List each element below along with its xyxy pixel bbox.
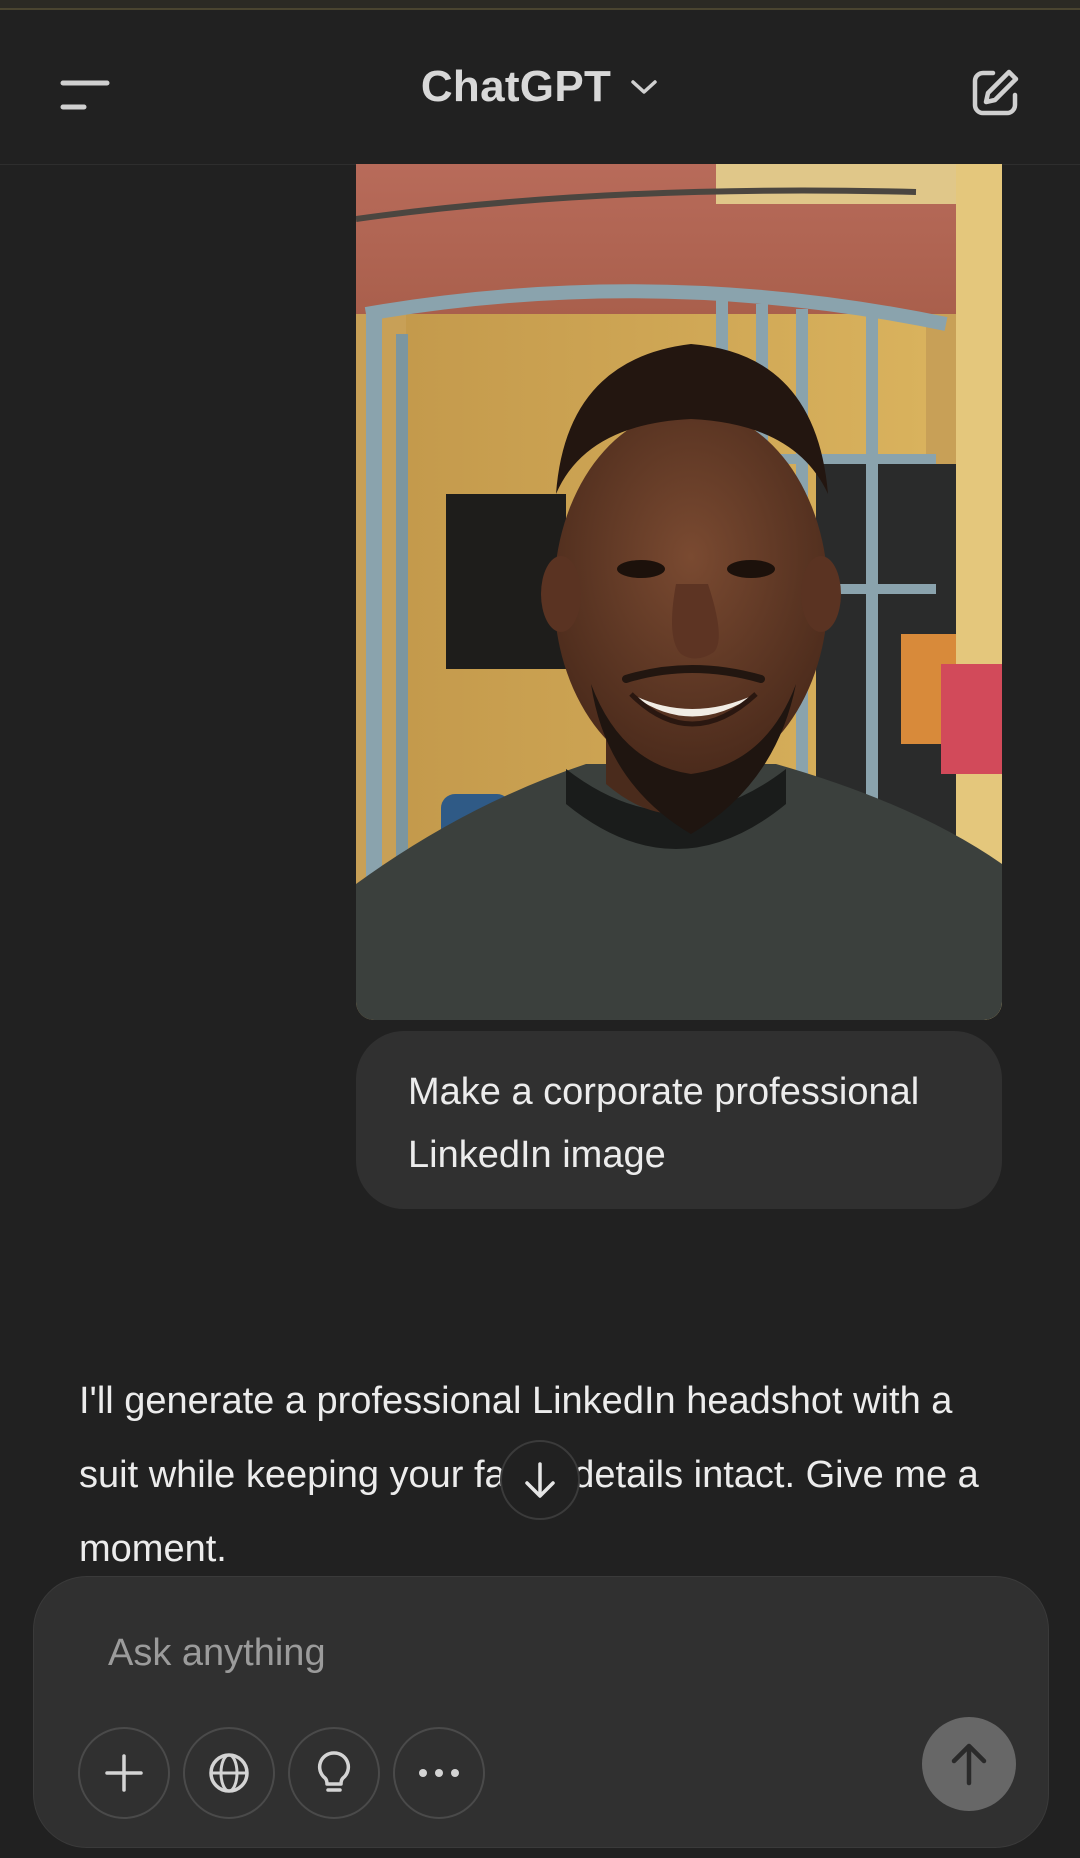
send-button[interactable] — [922, 1717, 1016, 1811]
user-uploaded-photo[interactable] — [356, 164, 1002, 1020]
top-bar: ChatGPT — [0, 10, 1080, 165]
model-selector[interactable]: ChatGPT — [421, 62, 659, 112]
selfie-image — [356, 164, 1002, 1020]
arrow-down-icon — [525, 1462, 555, 1498]
sidebar-menu-icon — [60, 80, 110, 110]
lightbulb-icon — [317, 1751, 351, 1792]
ellipsis-icon — [419, 1769, 459, 1777]
reason-button[interactable] — [288, 1727, 380, 1819]
compose-icon — [972, 69, 1019, 116]
web-search-button[interactable] — [183, 1727, 275, 1819]
user-message-text: Make a corporate professional LinkedIn i… — [408, 1071, 920, 1176]
arrow-up-icon — [951, 1743, 987, 1786]
scroll-to-bottom-button[interactable] — [500, 1440, 580, 1520]
status-strip — [0, 0, 1080, 10]
message-composer — [33, 1576, 1049, 1848]
user-message-bubble: Make a corporate professional LinkedIn i… — [356, 1031, 1002, 1209]
globe-icon — [209, 1753, 249, 1793]
plus-icon — [105, 1754, 143, 1792]
app-title: ChatGPT — [420, 62, 612, 111]
chevron-down-icon — [631, 80, 657, 94]
add-attachment-button[interactable] — [78, 1727, 170, 1819]
more-options-button[interactable] — [393, 1727, 485, 1819]
new-chat-button[interactable] — [960, 58, 1030, 128]
message-input[interactable] — [106, 1617, 950, 1689]
chat-screen: ChatGPT Make a corporate professional Li… — [0, 0, 1080, 1858]
sidebar-menu-button[interactable] — [50, 60, 120, 130]
